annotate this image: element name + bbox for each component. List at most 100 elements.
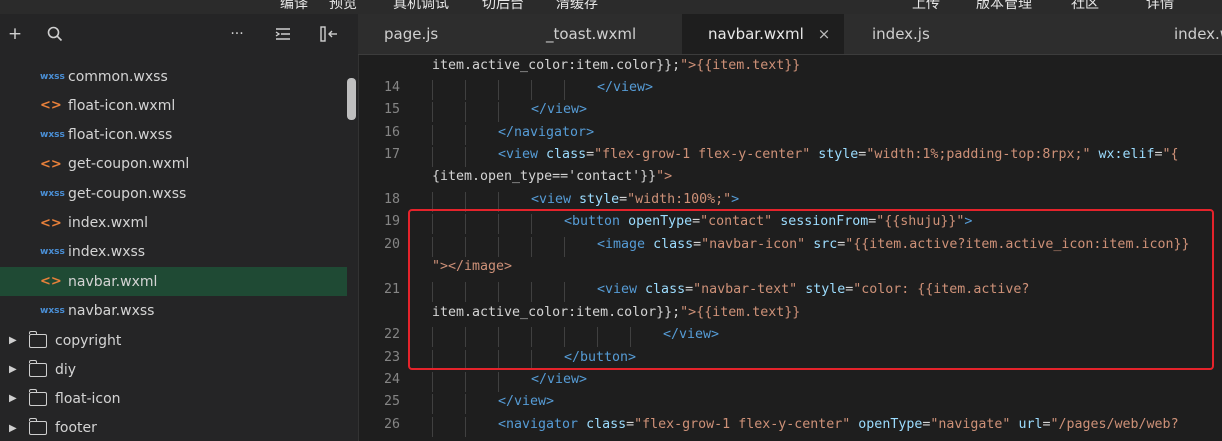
folder-name: float-icon (55, 390, 121, 407)
wxss-file-icon: wxss (40, 305, 65, 316)
indent-guide (432, 80, 433, 100)
tab-label: navbar.wxml (708, 25, 804, 43)
wxss-file-icon: wxss (40, 130, 65, 141)
folder-name: copyright (55, 332, 122, 349)
top-menu-bar: 编译 预览 真机调试 切后台 清缓存 上传 版本管理 社区 详情 (0, 0, 1222, 14)
indent-guide (432, 125, 433, 145)
line-number: 23 (383, 350, 400, 365)
line-number: 20 (383, 237, 400, 252)
file-item[interactable]: wxss float-icon.wxss (0, 121, 347, 150)
wxml-file-icon: <> (40, 274, 62, 290)
editor-tab[interactable]: _toast.wxml (518, 14, 682, 54)
code-line[interactable]: </view> (531, 372, 587, 387)
chevron-right-icon[interactable]: ▶ (9, 393, 21, 404)
file-name: float-icon.wxss (68, 127, 173, 144)
line-number: 26 (383, 417, 400, 432)
indent-guide (465, 125, 466, 145)
chevron-right-icon[interactable]: ▶ (9, 423, 21, 434)
more-icon[interactable]: ··· (222, 14, 252, 54)
menu-item[interactable]: 清缓存 (556, 0, 598, 13)
code-line[interactable]: {item.open_type=='contact'}}"> (432, 169, 672, 184)
indent-guide (432, 372, 433, 392)
indent-guide (432, 147, 433, 167)
line-number: 24 (383, 372, 400, 387)
wxss-file-icon: wxss (40, 247, 65, 258)
folder-icon (28, 359, 47, 377)
menu-item[interactable]: 切后台 (482, 0, 524, 13)
menu-item[interactable]: 版本管理 (976, 0, 1032, 13)
folder-item[interactable]: ▶ float-icon (0, 384, 347, 413)
wxml-file-icon: <> (40, 98, 62, 114)
code-line[interactable]: item.active_color:item.color}};">{{item.… (432, 58, 800, 73)
editor-tab[interactable]: navbar.wxml × (682, 14, 844, 54)
folder-item[interactable]: ▶ diy (0, 355, 347, 384)
editor-tabs: page.js _toast.wxml navbar.wxml × index.js in… (358, 14, 1222, 55)
file-item[interactable]: <> navbar.wxml (0, 267, 347, 297)
panel-toggle-icon[interactable] (314, 14, 344, 54)
file-item[interactable]: wxss navbar.wxss (0, 296, 347, 325)
line-number: 17 (383, 147, 400, 162)
menu-item[interactable]: 上传 (912, 0, 940, 13)
editor-tab[interactable]: page.js (358, 14, 518, 54)
indent-guide (465, 147, 466, 167)
menu-item[interactable]: 预览 (329, 0, 357, 13)
wxml-file-icon: <> (40, 156, 62, 172)
sidebar-scrollbar[interactable] (347, 78, 356, 120)
menu-item[interactable]: 详情 (1146, 0, 1174, 13)
indent-guide (465, 80, 466, 100)
file-item[interactable]: <> index.wxml (0, 209, 347, 238)
indent-guide (498, 372, 499, 392)
line-number: 21 (383, 282, 400, 297)
code-line[interactable]: </view> (498, 394, 554, 409)
file-name: common.wxss (68, 68, 168, 85)
file-name: get-coupon.wxml (68, 156, 190, 173)
file-item[interactable]: wxss common.wxss (0, 62, 347, 91)
code-line[interactable]: <view style="width:100%;"> (531, 192, 739, 207)
indent-guide (498, 80, 499, 100)
collapse-icon[interactable] (268, 14, 298, 54)
indent-guide (465, 417, 466, 437)
indent-guide (465, 372, 466, 392)
indent-guide (498, 102, 499, 122)
file-name: navbar.wxss (68, 302, 155, 319)
tab-label: index.js (872, 25, 930, 43)
code-line[interactable]: <view class="flex-grow-1 flex-y-center" … (498, 147, 1179, 162)
chevron-right-icon[interactable]: ▶ (9, 335, 21, 346)
add-icon[interactable]: + (0, 14, 30, 54)
folder-icon (28, 418, 47, 436)
folder-item[interactable]: ▶ footer (0, 414, 347, 441)
file-item[interactable]: <> float-icon.wxml (0, 91, 347, 120)
tab-label: _toast.wxml (546, 25, 637, 43)
highlight-box (408, 209, 1214, 370)
line-number: 22 (383, 327, 400, 342)
folder-item[interactable]: ▶ copyright (0, 326, 347, 355)
editor-tab[interactable]: index.wxml (1004, 14, 1222, 54)
wxml-file-icon: <> (40, 215, 62, 231)
menu-item[interactable]: 编译 (280, 0, 308, 13)
folder-name: footer (55, 420, 97, 437)
indent-guide (465, 394, 466, 414)
menu-item[interactable]: 真机调试 (393, 0, 449, 13)
line-number: 14 (383, 80, 400, 95)
code-line[interactable]: </view> (597, 80, 653, 95)
file-item[interactable]: wxss index.wxss (0, 238, 347, 267)
file-item[interactable]: <> get-coupon.wxml (0, 150, 347, 179)
wxss-file-icon: wxss (40, 71, 65, 82)
code-line[interactable]: </navigator> (498, 125, 594, 140)
indent-guide (432, 394, 433, 414)
file-item[interactable]: wxss get-coupon.wxss (0, 179, 347, 208)
indent-guide (432, 417, 433, 437)
search-icon[interactable] (40, 14, 70, 54)
indent-guide (465, 102, 466, 122)
editor-tab[interactable]: index.js (844, 14, 1004, 54)
code-line[interactable]: <navigator class="flex-grow-1 flex-y-cen… (498, 417, 1179, 432)
menu-item[interactable]: 社区 (1071, 0, 1099, 13)
wxss-file-icon: wxss (40, 188, 65, 199)
folder-icon (28, 330, 47, 348)
chevron-right-icon[interactable]: ▶ (9, 364, 21, 375)
close-icon[interactable]: × (818, 25, 831, 43)
code-line[interactable]: </view> (531, 102, 587, 117)
indent-guide (564, 80, 565, 100)
file-name: index.wxml (68, 215, 149, 231)
file-explorer: + ··· wxss common.wxss <> float-icon.wxml wxss… (0, 14, 359, 441)
